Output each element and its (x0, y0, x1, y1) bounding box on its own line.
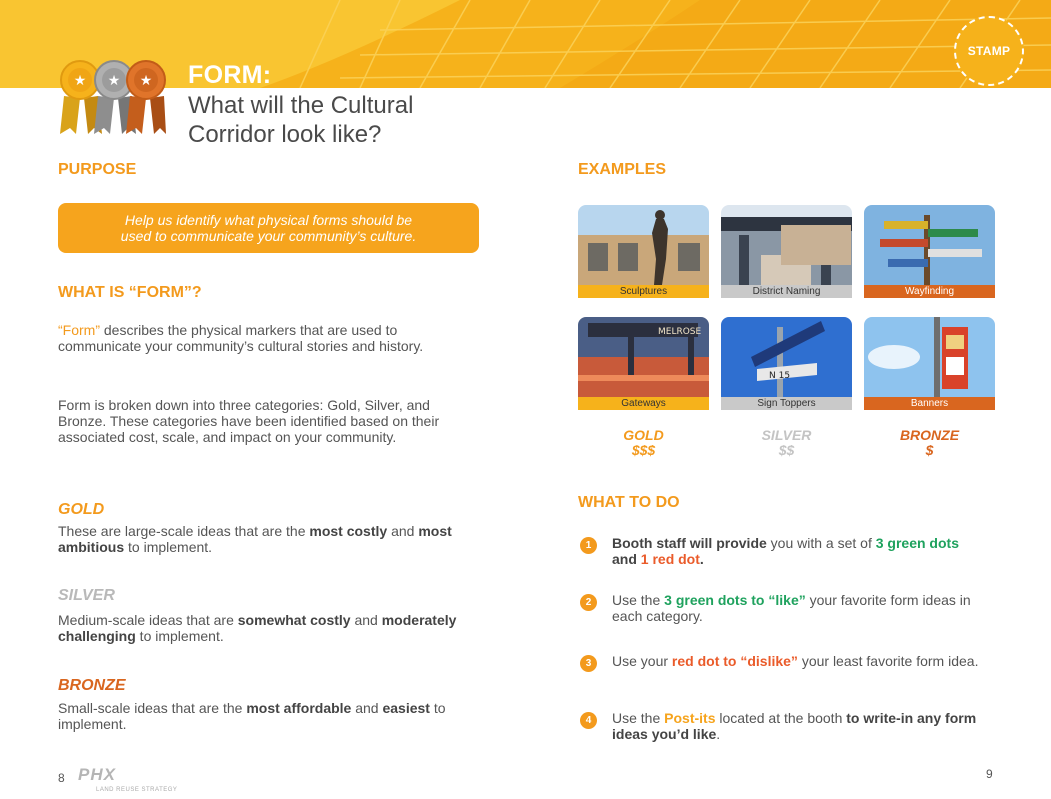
example-caption: Wayfinding (864, 285, 995, 298)
example-caption: Sculptures (578, 285, 709, 298)
stamp-badge: STAMP (954, 16, 1024, 86)
form-definition-text: describes the physical markers that are … (58, 322, 424, 354)
page-number-left: 8 (58, 771, 65, 785)
bronze-description: Small-scale ideas that are the most affo… (58, 700, 446, 732)
sign-toppers-photo: N 15 (721, 317, 852, 397)
example-district-naming: District Naming (721, 205, 852, 298)
gold-heading: GOLD (58, 501, 105, 518)
purpose-line-1: Help us identify what physical forms sho… (124, 212, 413, 228)
purpose-callout: Help us identify what physical forms sho… (58, 203, 479, 253)
tier-gold: GOLD $$$ (623, 427, 664, 458)
purpose-heading: PURPOSE (58, 161, 137, 178)
gateways-photo: MELROSE (578, 317, 709, 397)
gold-description: These are large-scale ideas that are the… (58, 523, 452, 555)
logo-subtitle: LAND REUSE STRATEGY (96, 787, 178, 793)
svg-text:★: ★ (140, 73, 153, 89)
form-term: “Form” (58, 322, 100, 338)
what-is-form-heading: WHAT IS “FORM”? (58, 284, 202, 301)
svg-text:MELROSE: MELROSE (658, 327, 702, 337)
examples-heading: EXAMPLES (578, 161, 667, 178)
example-sign-toppers: N 15 Sign Toppers (721, 317, 852, 410)
district-naming-photo (721, 205, 852, 285)
tier-silver: SILVER $$ (761, 427, 812, 458)
step-number: 3 (580, 655, 597, 672)
form-categories-text: Form is broken down into three categorie… (58, 397, 440, 445)
step-number: 1 (580, 537, 597, 554)
tier-bronze: BRONZE $ (899, 427, 960, 458)
step-text: Use the Post-its located at the booth to… (612, 710, 977, 742)
silver-description: Medium-scale ideas that are somewhat cos… (58, 612, 457, 644)
wayfinding-photo (864, 205, 995, 285)
example-caption: District Naming (721, 285, 852, 298)
silver-heading: SILVER (58, 587, 115, 604)
step-text: Use the 3 green dots to “like” your favo… (612, 592, 971, 624)
example-banners: Banners (864, 317, 995, 410)
form-label: FORM: (188, 61, 272, 89)
form-definition: “Form” describes the physical markers th… (58, 322, 478, 354)
phx-logo: PHX (78, 765, 116, 784)
step-text: Booth staff will provide you with a set … (612, 535, 959, 567)
step-number: 4 (580, 712, 597, 729)
example-gateways: MELROSE Gateways (578, 317, 709, 410)
sculpture-photo (578, 205, 709, 285)
banners-photo (864, 317, 995, 397)
example-wayfinding: Wayfinding (864, 205, 995, 298)
example-caption: Gateways (578, 397, 709, 410)
example-sculptures: Sculptures (578, 205, 709, 298)
step-text: Use your red dot to “dislike” your least… (612, 653, 979, 669)
what-to-do-heading: WHAT TO DO (578, 494, 680, 511)
purpose-line-2: used to communicate your community’s cul… (120, 228, 417, 244)
page-number-right: 9 (986, 767, 993, 781)
step-number: 2 (580, 594, 597, 611)
page-title: What will the Cultural Corridor look lik… (188, 92, 414, 148)
bronze-heading: BRONZE (58, 677, 126, 694)
example-caption: Banners (864, 397, 995, 410)
medals-icon: ★ ★ ★ (58, 56, 166, 136)
svg-text:N 15: N 15 (769, 371, 790, 381)
example-caption: Sign Toppers (721, 397, 852, 410)
svg-text:★: ★ (108, 73, 121, 89)
svg-text:★: ★ (74, 73, 87, 89)
